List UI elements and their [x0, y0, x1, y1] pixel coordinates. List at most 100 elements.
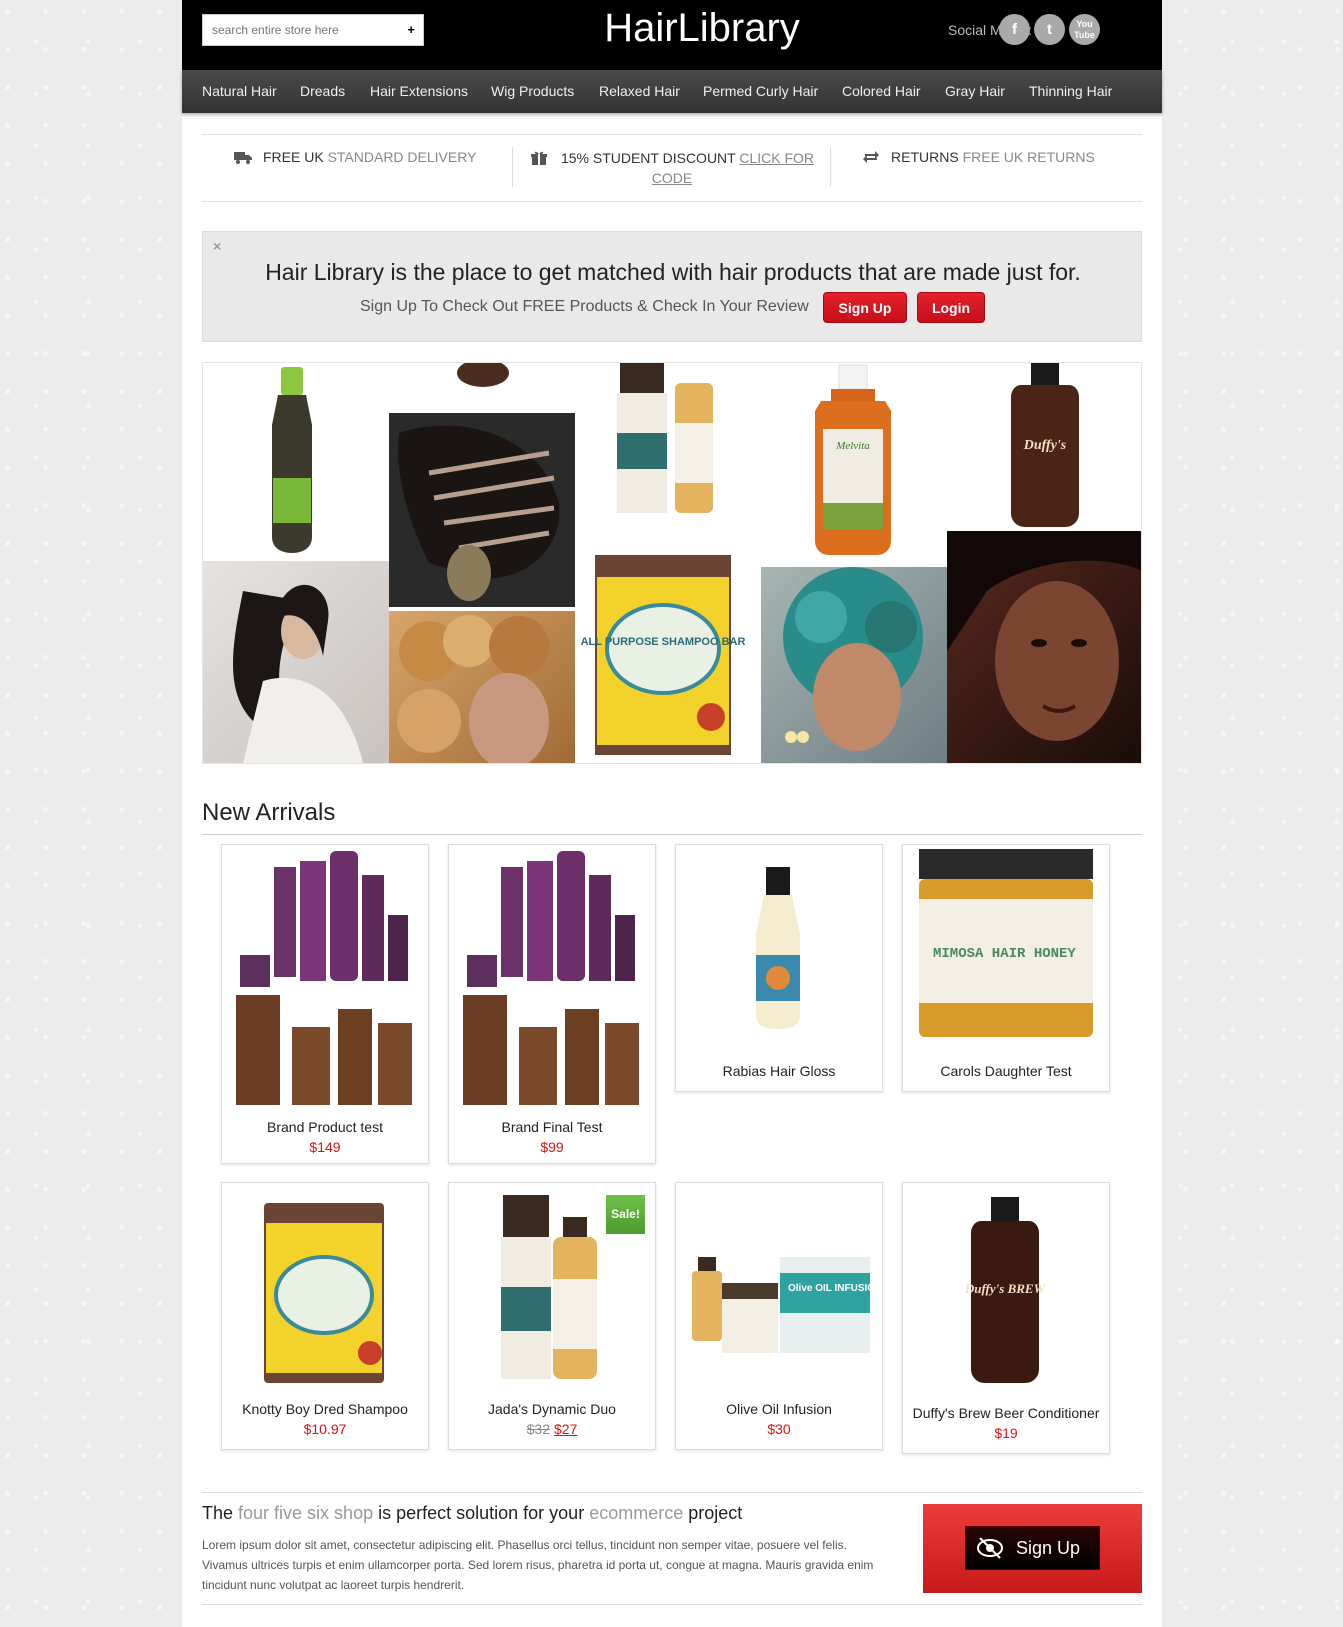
discount-info: 15% STUDENT DISCOUNT CLICK FOR CODE [522, 148, 822, 188]
product-price: $99 [540, 1139, 564, 1155]
collage-bottle-top[interactable] [389, 363, 575, 413]
discount-strong: 15% STUDENT DISCOUNT [560, 150, 736, 166]
info-bar: FREE UK STANDARD DELIVERY 15% STUDENT DI… [202, 134, 1142, 202]
product-card[interactable]: Sale! Jada's Dynamic Duo $32 $27 [448, 1182, 656, 1450]
eye-target-icon [977, 1537, 1003, 1559]
returns-strong: RETURNS [891, 149, 959, 165]
search-box: + [202, 14, 424, 46]
hair-honey-jar-image: MIMOSA HAIR HONEY [919, 849, 1093, 1037]
footer-signup-panel: Sign Up [923, 1504, 1142, 1593]
nav-hair-extensions[interactable]: Hair Extensions [370, 83, 468, 99]
collage-elixir-duo[interactable] [575, 363, 761, 549]
photo-hair-design-image [398, 425, 560, 601]
product-card[interactable]: Brand Final Test $99 [448, 844, 656, 1164]
site-header: + HairLibrary Social Media: f t You Tube [182, 0, 1162, 70]
collage-duffys-bottle[interactable]: Duffy's [947, 363, 1141, 529]
redken-product-image [463, 851, 639, 1105]
footer-headline-text: is perfect solution for your [373, 1503, 590, 1523]
product-price: $10.97 [303, 1421, 347, 1437]
truck-icon [234, 152, 252, 164]
photo-woman-image [233, 584, 363, 763]
product-name[interactable]: Jada's Dynamic Duo [449, 1401, 655, 1417]
login-button[interactable]: Login [917, 292, 985, 323]
product-name[interactable]: Rabias Hair Gloss [676, 1063, 882, 1079]
elixir-duo-image [617, 363, 713, 513]
product-name[interactable]: Olive Oil Infusion [676, 1401, 882, 1417]
nav-wig-products[interactable]: Wig Products [491, 83, 574, 99]
product-card[interactable]: Rabias Hair Gloss [675, 844, 883, 1092]
duffys-bottle-image: Duffy's [1011, 363, 1079, 527]
product-card[interactable]: MIMOSA HAIR HONEY Carols Daughter Test [902, 844, 1110, 1092]
collage-photo-curly-blonde[interactable] [389, 611, 575, 763]
close-icon[interactable]: × [213, 238, 221, 254]
redken-product-image [236, 851, 412, 1105]
shampoo-bar-image [264, 1203, 384, 1383]
nav-gray-hair[interactable]: Gray Hair [945, 83, 1005, 99]
melvita-label: Melvita [835, 440, 870, 452]
product-price: $30 [767, 1421, 791, 1437]
nav-colored-hair[interactable]: Colored Hair [842, 83, 921, 99]
footer-signup-label: Sign Up [1016, 1538, 1081, 1558]
delivery-strong: FREE UK [263, 149, 324, 165]
product-name[interactable]: Brand Product test [222, 1119, 428, 1135]
nav-natural-hair[interactable]: Natural Hair [202, 83, 277, 99]
nav-dreads[interactable]: Dreads [300, 83, 345, 99]
product-name[interactable]: Duffy's Brew Beer Conditioner [903, 1405, 1109, 1421]
discount-code-link-2[interactable]: CODE [652, 170, 692, 186]
duffys-brew-label: Duffy's BREW [964, 1281, 1047, 1296]
divider [512, 147, 513, 187]
shampoo-bar-label: ALL PURPOSE SHAMPOO BAR [581, 636, 746, 648]
exchange-icon [863, 151, 879, 163]
collage-shampoo-bar[interactable]: ALL PURPOSE SHAMPOO BAR [575, 549, 761, 763]
footer-rule [202, 1492, 1142, 1493]
search-input[interactable] [203, 15, 393, 45]
footer-body: Lorem ipsum dolor sit amet, consectetur … [202, 1538, 874, 1592]
sale-price: $27 [554, 1421, 578, 1437]
old-price: $32 [526, 1421, 550, 1437]
twitter-icon[interactable]: t [1034, 14, 1065, 45]
olive-label: Olive OIL INFUSION [788, 1283, 882, 1294]
photo-afro-profile-image [947, 531, 1141, 741]
melvita-bottle-image: Melvita [815, 364, 891, 555]
collage-melvita-bottle[interactable]: Melvita [761, 363, 947, 561]
collage-photo-woman-long-hair[interactable] [203, 561, 389, 763]
product-price: $149 [309, 1139, 341, 1155]
banner-subtext: Sign Up To Check Out FREE Products & Che… [360, 298, 809, 315]
product-card[interactable]: Olive OIL INFUSION Olive Oil Infusion $3… [675, 1182, 883, 1450]
collage-photo-shaved-design[interactable] [389, 413, 575, 607]
mimosa-label: MIMOSA HAIR HONEY [933, 946, 1076, 962]
product-card[interactable]: Duffy's BREW Duffy's Brew Beer Condition… [902, 1182, 1110, 1454]
product-price: $19 [994, 1425, 1018, 1441]
footer-headline-text: The [202, 1503, 239, 1523]
returns-muted: FREE UK RETURNS [962, 149, 1095, 165]
nav-relaxed-hair[interactable]: Relaxed Hair [599, 83, 680, 99]
new-arrivals-title: New Arrivals [202, 799, 336, 826]
duffys-label: Duffy's [1023, 438, 1067, 453]
footer-signup-button[interactable]: Sign Up [965, 1526, 1100, 1570]
duffys-brew-bottle-image: Duffy's BREW [964, 1197, 1047, 1383]
product-card[interactable]: Knotty Boy Dred Shampoo $10.97 [221, 1182, 429, 1450]
collage-bottle-green[interactable] [203, 363, 389, 561]
footer-headline-highlight: ecommerce [589, 1503, 684, 1523]
youtube-icon[interactable]: You Tube [1069, 14, 1100, 45]
returns-info: RETURNS FREE UK RETURNS [862, 149, 1095, 165]
nav-thinning-hair[interactable]: Thinning Hair [1029, 83, 1112, 99]
gift-icon [530, 151, 547, 165]
site-logo[interactable]: HairLibrary [602, 6, 802, 51]
collage-photo-afro-profile[interactable] [947, 531, 1141, 763]
product-name[interactable]: Brand Final Test [449, 1119, 655, 1135]
facebook-icon[interactable]: f [999, 14, 1030, 45]
footer-rule [202, 1604, 1142, 1605]
product-card[interactable]: Brand Product test $149 [221, 844, 429, 1164]
collage-photo-teal-afro[interactable] [761, 567, 947, 763]
product-name[interactable]: Carols Daughter Test [903, 1063, 1109, 1079]
delivery-info: FREE UK STANDARD DELIVERY [234, 149, 476, 165]
divider [830, 147, 831, 187]
signup-button[interactable]: Sign Up [823, 292, 907, 323]
hair-gloss-bottle-image [756, 867, 800, 1029]
search-submit-button[interactable]: + [407, 22, 415, 37]
discount-code-link[interactable]: CLICK FOR [739, 150, 814, 166]
shampoo-bar-image: ALL PURPOSE SHAMPOO BAR [581, 555, 746, 755]
product-name[interactable]: Knotty Boy Dred Shampoo [222, 1401, 428, 1417]
nav-permed-curly-hair[interactable]: Permed Curly Hair [703, 83, 818, 99]
